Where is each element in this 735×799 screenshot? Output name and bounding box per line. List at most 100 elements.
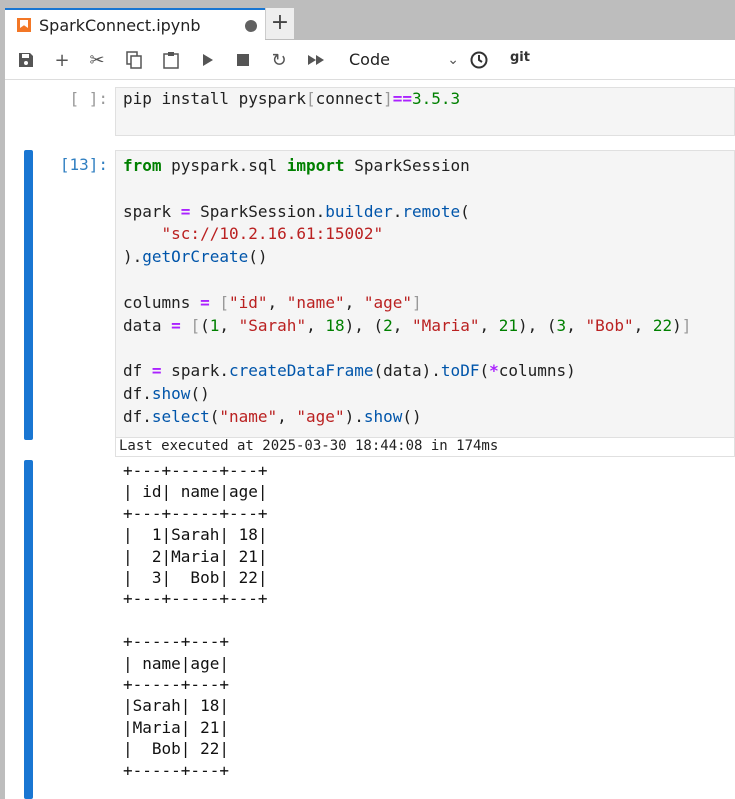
code-editor[interactable]: pip install pyspark[connect]==3.5.3 bbox=[115, 87, 735, 136]
code-token: 18 bbox=[325, 315, 345, 335]
code-token: df bbox=[123, 361, 152, 381]
code-token: ), ( bbox=[518, 315, 557, 335]
code-token: builder bbox=[325, 201, 393, 221]
code-token: ). bbox=[123, 247, 143, 267]
tab-sparkconnect[interactable]: SparkConnect.ipynb bbox=[5, 8, 265, 40]
code-token: show bbox=[363, 406, 403, 426]
code-token: () bbox=[190, 383, 210, 403]
unsaved-dot-icon[interactable] bbox=[245, 20, 257, 32]
notebook-toolbar: + ✂ ↻ Code ⌄ git bbox=[5, 40, 735, 80]
code-token: 1 bbox=[209, 315, 220, 335]
code-token: , bbox=[219, 315, 239, 335]
restart-icon: ↻ bbox=[271, 49, 287, 71]
run-all-button[interactable] bbox=[304, 48, 328, 72]
code-token: = bbox=[200, 292, 210, 312]
git-button[interactable]: git bbox=[510, 48, 530, 68]
code-token: , bbox=[344, 292, 364, 312]
code-token: ), ( bbox=[344, 315, 384, 335]
cell-prompt: [13]: bbox=[59, 155, 108, 174]
code-token: ). bbox=[344, 406, 364, 426]
code-line: df.show() bbox=[116, 383, 734, 406]
code-token: 3.5.3 bbox=[412, 89, 461, 108]
code-line: df = spark.createDataFrame(data).toDF(*c… bbox=[116, 360, 734, 383]
output-collapser[interactable] bbox=[24, 460, 33, 799]
code-token: ] bbox=[681, 315, 692, 335]
code-token: SparkSession bbox=[344, 156, 470, 175]
code-token: 22 bbox=[652, 315, 673, 335]
code-line: spark = SparkSession.builder.remote( bbox=[116, 201, 734, 224]
code-token: "sc://10.2.16.61:15002" bbox=[161, 224, 384, 244]
code-line: from pyspark.sql import SparkSession bbox=[116, 155, 734, 178]
code-lines: from pyspark.sql import SparkSession spa… bbox=[116, 155, 734, 429]
code-token: "id" bbox=[228, 292, 268, 312]
code-token: pip install pyspark bbox=[123, 89, 307, 108]
code-token: == bbox=[392, 89, 413, 108]
code-editor[interactable]: from pyspark.sql import SparkSession spa… bbox=[115, 150, 735, 438]
code-token: getOrCreate bbox=[142, 247, 249, 267]
paste-button[interactable] bbox=[159, 48, 183, 72]
code-token: = bbox=[171, 315, 181, 335]
code-token: remote bbox=[402, 201, 461, 221]
plus-icon: + bbox=[54, 49, 70, 71]
history-button[interactable] bbox=[467, 48, 491, 72]
code-token: = bbox=[180, 201, 191, 221]
code-token: df. bbox=[123, 406, 152, 426]
cell-type-value: Code bbox=[349, 50, 390, 69]
code-line: df.select("name", "age").show() bbox=[116, 406, 734, 429]
code-token: = bbox=[151, 361, 162, 381]
cut-button[interactable]: ✂ bbox=[85, 48, 109, 72]
code-line: columns = ["id", "name", "age"] bbox=[116, 292, 734, 315]
code-token: 21 bbox=[498, 315, 519, 335]
copy-button[interactable] bbox=[122, 48, 146, 72]
code-token: (data). bbox=[373, 361, 441, 381]
cell-type-dropdown[interactable]: Code ⌄ bbox=[349, 48, 459, 72]
code-line: "sc://10.2.16.61:15002" bbox=[116, 223, 734, 246]
code-line: pip install pyspark[connect]==3.5.3 bbox=[116, 88, 734, 111]
code-token: ( bbox=[460, 201, 470, 221]
code-token: "Maria" bbox=[412, 315, 480, 335]
code-token: "Bob" bbox=[585, 315, 634, 335]
code-token: connect bbox=[315, 89, 384, 108]
code-token: ( bbox=[200, 315, 210, 335]
code-token: . bbox=[392, 201, 403, 221]
code-line: data = [(1, "Sarah", 18), (2, "Maria", 2… bbox=[116, 315, 734, 338]
code-token: , bbox=[267, 292, 287, 312]
code-token: "name" bbox=[286, 292, 345, 312]
copy-icon bbox=[126, 51, 142, 69]
new-tab-button[interactable]: + bbox=[265, 8, 294, 39]
code-token: [ bbox=[190, 315, 201, 335]
restart-button[interactable]: ↻ bbox=[267, 48, 291, 72]
save-icon bbox=[19, 53, 33, 67]
code-line: ).getOrCreate() bbox=[116, 246, 734, 269]
code-token: pyspark.sql bbox=[161, 156, 287, 175]
code-token: select bbox=[151, 406, 210, 426]
clock-icon bbox=[470, 51, 488, 69]
tab-bar: SparkConnect.ipynb + bbox=[0, 0, 735, 40]
code-token: () bbox=[402, 406, 422, 426]
code-token: "name" bbox=[219, 406, 278, 426]
save-button[interactable] bbox=[14, 48, 38, 72]
code-token: , bbox=[633, 315, 653, 335]
run-button[interactable] bbox=[196, 48, 220, 72]
insert-cell-button[interactable]: + bbox=[50, 48, 74, 72]
code-token: , bbox=[479, 315, 499, 335]
fast-forward-icon bbox=[308, 55, 324, 65]
code-token: ) bbox=[672, 315, 682, 335]
code-token: "age" bbox=[296, 406, 345, 426]
interrupt-button[interactable] bbox=[231, 48, 255, 72]
code-token: ] bbox=[412, 292, 422, 312]
code-token: createDataFrame bbox=[228, 361, 374, 381]
code-token: , bbox=[277, 406, 297, 426]
code-token: "age" bbox=[363, 292, 413, 312]
play-icon bbox=[203, 54, 213, 66]
notebook-icon bbox=[17, 18, 31, 32]
cell-collapser[interactable] bbox=[24, 150, 33, 440]
code-token: "Sarah" bbox=[238, 315, 307, 335]
code-token: df. bbox=[123, 383, 152, 403]
code-token: [ bbox=[306, 89, 316, 108]
tab-title: SparkConnect.ipynb bbox=[39, 15, 201, 35]
chevron-down-icon: ⌄ bbox=[447, 52, 459, 68]
